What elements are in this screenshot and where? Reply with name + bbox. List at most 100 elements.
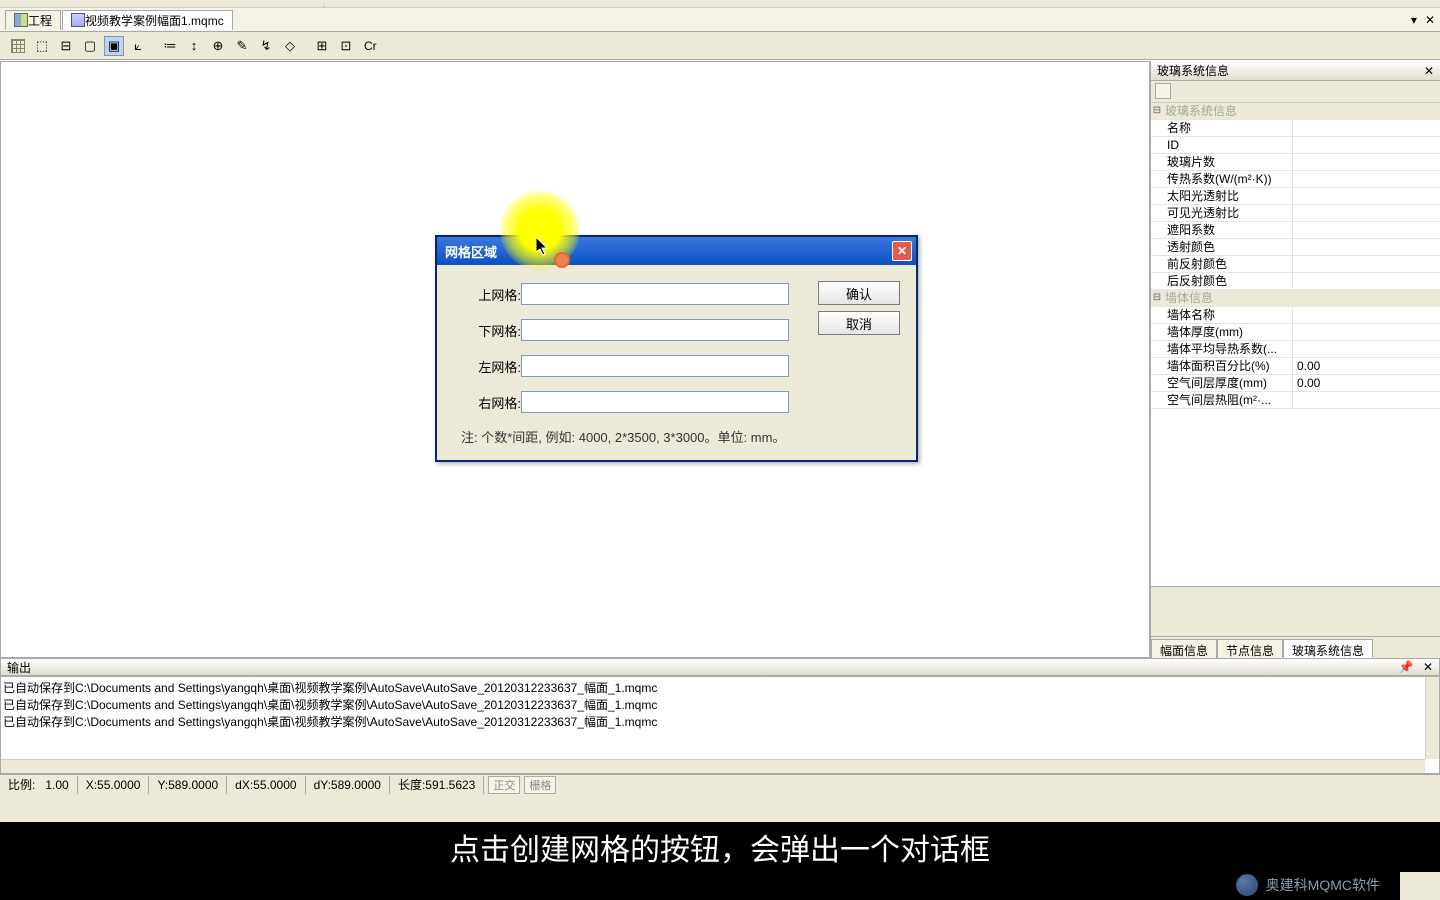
property-description bbox=[1151, 586, 1440, 636]
collapse-icon[interactable]: ⊟ bbox=[1151, 290, 1163, 306]
prop-value[interactable] bbox=[1293, 341, 1440, 357]
dialog-title-text: 网格区域 bbox=[445, 242, 497, 261]
ptab-node-info[interactable]: 节点信息 bbox=[1217, 639, 1283, 658]
status-grid-button[interactable]: 栅格 bbox=[524, 776, 556, 794]
prop-value[interactable] bbox=[1293, 256, 1440, 272]
prop-label: 空气间层厚度(mm) bbox=[1151, 375, 1293, 391]
prop-row[interactable]: 墙体名称 bbox=[1151, 307, 1440, 324]
output-line: 已自动保存到C:\Documents and Settings\yangqh\桌… bbox=[3, 713, 1437, 730]
ok-button[interactable]: 确认 bbox=[818, 281, 900, 305]
status-ortho-button[interactable]: 正交 bbox=[488, 776, 520, 794]
grid-area-dialog: 网格区域 ✕ 确认 取消 上网格: 下网格: 左网格: 右网格: 注: 个数*间… bbox=[435, 235, 918, 462]
tab-menu-icon[interactable]: ▾ bbox=[1411, 13, 1417, 27]
prop-value[interactable]: 0.00 bbox=[1293, 358, 1440, 374]
prop-row[interactable]: 墙体面积百分比(%)0.00 bbox=[1151, 358, 1440, 375]
prop-row[interactable]: 遮阳系数 bbox=[1151, 222, 1440, 239]
prop-value[interactable] bbox=[1293, 137, 1440, 153]
tb-tool-4[interactable]: ▢ bbox=[80, 36, 100, 56]
prop-value[interactable] bbox=[1293, 120, 1440, 136]
tab-document[interactable]: 视频教学案例幅面1.mqmc bbox=[62, 10, 233, 30]
collapse-icon[interactable]: ⊟ bbox=[1151, 103, 1163, 119]
tab-document-label: 视频教学案例幅面1.mqmc bbox=[85, 12, 224, 29]
status-dx: dX:55.0000 bbox=[227, 776, 305, 794]
right-grid-input[interactable] bbox=[521, 391, 789, 413]
prop-group-glass[interactable]: ⊟ 玻璃系统信息 bbox=[1151, 103, 1440, 120]
side-panel: 玻璃系统信息 ✕ ⊟ 玻璃系统信息 名称ID玻璃片数传热系数(W/(m²·K))… bbox=[1150, 61, 1440, 658]
prop-row[interactable]: 空气间层热阻(m²·... bbox=[1151, 392, 1440, 409]
prop-label: 墙体名称 bbox=[1151, 307, 1293, 323]
tb-cr-label[interactable]: Cr bbox=[360, 39, 381, 53]
top-grid-input[interactable] bbox=[521, 283, 789, 305]
ptab-frame-info[interactable]: 幅面信息 bbox=[1151, 639, 1217, 658]
panel-categorize-icon[interactable] bbox=[1155, 83, 1171, 99]
prop-value[interactable] bbox=[1293, 239, 1440, 255]
prop-group-wall[interactable]: ⊟ 墙体信息 bbox=[1151, 290, 1440, 307]
watermark-text: 奥建科MQMC软件 bbox=[1266, 875, 1380, 895]
prop-row[interactable]: 可见光透射比 bbox=[1151, 205, 1440, 222]
prop-value[interactable] bbox=[1293, 171, 1440, 187]
prop-label: 墙体面积百分比(%) bbox=[1151, 358, 1293, 374]
prop-row[interactable]: 墙体平均导热系数(... bbox=[1151, 341, 1440, 358]
tb-tool-7[interactable]: ≔ bbox=[160, 36, 180, 56]
output-line: 已自动保存到C:\Documents and Settings\yangqh\桌… bbox=[3, 679, 1437, 696]
panel-title: 玻璃系统信息 bbox=[1157, 62, 1229, 79]
prop-value[interactable] bbox=[1293, 188, 1440, 204]
prop-row[interactable]: 前反射颜色 bbox=[1151, 256, 1440, 273]
prop-value[interactable] bbox=[1293, 392, 1440, 408]
prop-value[interactable] bbox=[1293, 154, 1440, 170]
property-grid: ⊟ 玻璃系统信息 名称ID玻璃片数传热系数(W/(m²·K))太阳光透射比可见光… bbox=[1151, 103, 1440, 586]
prop-row[interactable]: 名称 bbox=[1151, 120, 1440, 137]
tb-tool-9[interactable]: ⊕ bbox=[208, 36, 228, 56]
tab-project[interactable]: 工程 bbox=[5, 10, 61, 30]
output-scrollbar-y[interactable] bbox=[1425, 677, 1439, 759]
prop-value[interactable] bbox=[1293, 222, 1440, 238]
prop-value[interactable] bbox=[1293, 205, 1440, 221]
tb-tool-3[interactable]: ⊟ bbox=[56, 36, 76, 56]
tab-close-icon[interactable]: ✕ bbox=[1425, 13, 1435, 27]
prop-value[interactable] bbox=[1293, 324, 1440, 340]
cancel-button[interactable]: 取消 bbox=[818, 311, 900, 335]
tb-tool-11[interactable]: ↯ bbox=[256, 36, 276, 56]
prop-row[interactable]: ID bbox=[1151, 137, 1440, 154]
tb-tool-6[interactable]: ⟀ bbox=[128, 36, 148, 56]
ptab-glass-info[interactable]: 玻璃系统信息 bbox=[1283, 639, 1373, 658]
status-y: Y:589.0000 bbox=[149, 776, 227, 794]
document-tabs: 工程 视频教学案例幅面1.mqmc ▾ ✕ bbox=[0, 8, 1440, 32]
prop-row[interactable]: 玻璃片数 bbox=[1151, 154, 1440, 171]
output-title: 输出 bbox=[7, 659, 31, 676]
output-scrollbar-x[interactable] bbox=[1, 759, 1425, 773]
tb-tool-12[interactable]: ◇ bbox=[280, 36, 300, 56]
bottom-grid-input[interactable] bbox=[521, 319, 789, 341]
prop-row[interactable]: 墙体厚度(mm) bbox=[1151, 324, 1440, 341]
tb-tool-2[interactable]: ⬚ bbox=[32, 36, 52, 56]
dialog-titlebar[interactable]: 网格区域 ✕ bbox=[437, 237, 916, 265]
tb-tool-5[interactable]: ▣ bbox=[104, 36, 124, 56]
dialog-body: 确认 取消 上网格: 下网格: 左网格: 右网格: 注: 个数*间距, 例如: … bbox=[437, 265, 916, 460]
tb-tool-14[interactable]: ⊡ bbox=[336, 36, 356, 56]
left-grid-input[interactable] bbox=[521, 355, 789, 377]
project-icon bbox=[14, 13, 28, 27]
prop-value[interactable]: 0.00 bbox=[1293, 375, 1440, 391]
panel-header: 玻璃系统信息 ✕ bbox=[1151, 61, 1440, 81]
output-close-icon[interactable]: ✕ bbox=[1423, 660, 1433, 674]
top-grid-label: 上网格: bbox=[459, 285, 521, 304]
tab-controls: ▾ ✕ bbox=[1411, 13, 1435, 27]
tb-tool-13[interactable]: ⊞ bbox=[312, 36, 332, 56]
panel-close-icon[interactable]: ✕ bbox=[1424, 64, 1434, 78]
prop-row[interactable]: 后反射颜色 bbox=[1151, 273, 1440, 290]
dialog-close-button[interactable]: ✕ bbox=[892, 241, 912, 261]
prop-value[interactable] bbox=[1293, 273, 1440, 289]
output-body[interactable]: 已自动保存到C:\Documents and Settings\yangqh\桌… bbox=[0, 676, 1440, 774]
prop-row[interactable]: 太阳光透射比 bbox=[1151, 188, 1440, 205]
output-pin-icon[interactable]: 📌 bbox=[1399, 660, 1414, 674]
prop-row[interactable]: 空气间层厚度(mm)0.00 bbox=[1151, 375, 1440, 392]
prop-label: ID bbox=[1151, 137, 1293, 153]
prop-label: 名称 bbox=[1151, 120, 1293, 136]
tb-tool-10[interactable]: ✎ bbox=[232, 36, 252, 56]
tb-grid-icon[interactable] bbox=[8, 36, 28, 56]
prop-row[interactable]: 透射颜色 bbox=[1151, 239, 1440, 256]
prop-value[interactable] bbox=[1293, 307, 1440, 323]
prop-row[interactable]: 传热系数(W/(m²·K)) bbox=[1151, 171, 1440, 188]
tb-tool-8[interactable]: ↕ bbox=[184, 36, 204, 56]
prop-label: 透射颜色 bbox=[1151, 239, 1293, 255]
